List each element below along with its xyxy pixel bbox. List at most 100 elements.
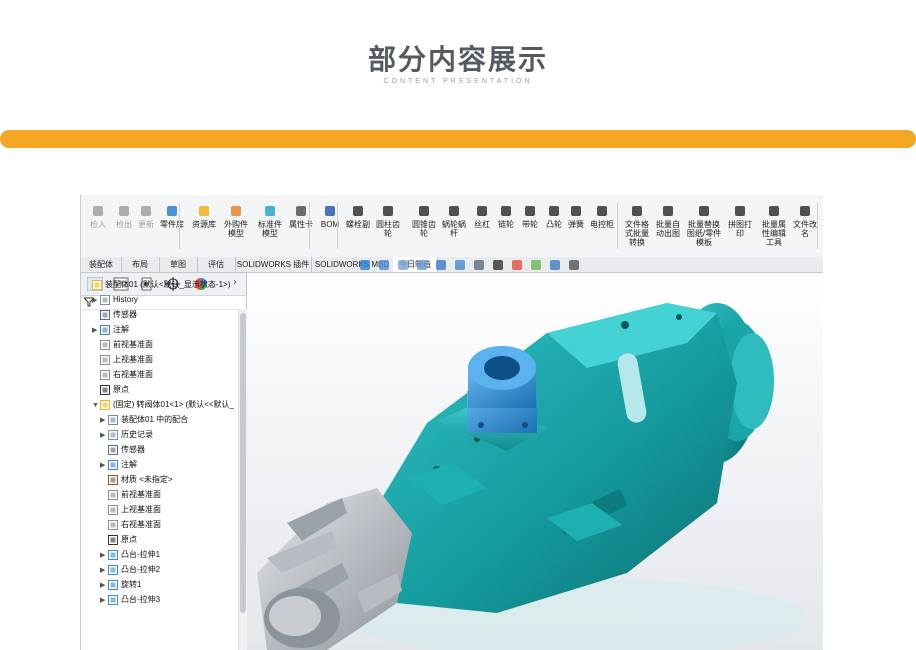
chevron-right-icon[interactable]: ›: [233, 277, 237, 288]
tree-item[interactable]: ▶ 历史记录: [100, 427, 153, 442]
command-tab[interactable]: 评估: [197, 257, 236, 272]
dynamic-annotation-icon[interactable]: [435, 259, 447, 271]
section-view-icon[interactable]: [416, 259, 428, 271]
ribbon-button[interactable]: 圆锥齿轮: [409, 205, 439, 238]
scrollbar-thumb[interactable]: [240, 313, 246, 613]
ribbon-button[interactable]: 文件格式批量转换: [623, 205, 651, 247]
tree-item[interactable]: 装配体01 (默认<默认_显示状态-1>): [84, 277, 230, 292]
tree-item-label: 旋转1: [121, 580, 142, 589]
ribbon-button[interactable]: 蜗轮蜗杆: [439, 205, 469, 238]
tree-item-label: 传感器: [113, 310, 137, 319]
expand-right-icon[interactable]: ▶: [100, 413, 108, 428]
hide-show-icon[interactable]: [492, 259, 504, 271]
sprocket-icon: [501, 206, 511, 216]
tree-item-label: 传感器: [121, 445, 145, 454]
command-tab[interactable]: SOLIDWORKS 插件: [235, 257, 312, 272]
zoom-fit-icon[interactable]: [359, 259, 371, 271]
ribbon-button-label: 圆锥齿轮: [412, 220, 436, 238]
ribbon-button-label: 检入: [90, 220, 106, 229]
zoom-area-icon[interactable]: [378, 259, 390, 271]
tree-item[interactable]: 传感器: [92, 307, 137, 322]
scene-icon[interactable]: [530, 259, 542, 271]
origin-icon: [108, 534, 118, 545]
ribbon-button[interactable]: 标准件模型: [255, 205, 285, 238]
ribbon-button[interactable]: 螺栓副: [345, 205, 371, 229]
tree-item[interactable]: 传感器: [100, 442, 145, 457]
tree-item-label: 凸台-拉伸3: [121, 595, 161, 604]
ribbon-button[interactable]: 资源库: [189, 205, 219, 229]
ribbon-button[interactable]: 弹簧: [565, 205, 587, 229]
ribbon-button[interactable]: 拼图打印: [725, 205, 755, 238]
expand-right-icon[interactable]: ▶: [100, 593, 108, 608]
ribbon-button[interactable]: 圆柱齿轮: [373, 205, 403, 238]
ribbon-button[interactable]: 丝杠: [471, 205, 493, 229]
ribbon-button[interactable]: 零件库: [157, 205, 187, 229]
tree-item[interactable]: ▶ History: [92, 292, 138, 307]
ribbon-button[interactable]: 链轮: [495, 205, 517, 229]
ribbon-button[interactable]: 批量自动出图: [653, 205, 683, 238]
ribbon-button[interactable]: 更新: [135, 205, 157, 229]
expand-right-icon[interactable]: ▶: [92, 293, 100, 308]
ribbon-button-label: 弹簧: [568, 220, 584, 229]
tree-item[interactable]: 原点: [92, 382, 129, 397]
tree-item[interactable]: 前视基准面: [92, 337, 153, 352]
command-tab[interactable]: 草图: [159, 257, 198, 272]
ribbon-button[interactable]: 凸轮: [543, 205, 565, 229]
expand-right-icon[interactable]: ▶: [100, 428, 108, 443]
ribbon-button[interactable]: 检出: [113, 205, 135, 229]
tree-item[interactable]: ▶ 注解: [92, 322, 129, 337]
ribbon-separator: [179, 203, 180, 249]
tree-item[interactable]: ▶ 凸台-拉伸1: [100, 547, 160, 562]
command-tabs: 装配体 布局 草图 评估 SOLIDWORKS 插件 SOLIDWORKS MBD 今日制造: [81, 257, 823, 273]
plane-icon: [100, 369, 110, 380]
tree-item[interactable]: ▶ 注解: [100, 457, 137, 472]
tree-item[interactable]: ▶ 凸台-拉伸2: [100, 562, 160, 577]
ribbon-button-label: 文件改名: [793, 220, 817, 238]
expand-down-icon[interactable]: ▼: [92, 398, 100, 413]
tree-item[interactable]: ▼ (固定) 转阀体01<1> (默认<<默认_: [92, 397, 234, 412]
view-settings-icon[interactable]: [549, 259, 561, 271]
expand-right-icon[interactable]: ▶: [92, 323, 100, 338]
appearance-icon[interactable]: [511, 259, 523, 271]
tree-item[interactable]: 右视基准面: [92, 367, 153, 382]
tree-item[interactable]: 上视基准面: [100, 502, 161, 517]
tree-item[interactable]: ▶ 装配体01 中的配合: [100, 412, 188, 427]
tree-item[interactable]: ▶ 旋转1: [100, 577, 141, 592]
command-tab[interactable]: 装配体: [81, 257, 122, 272]
history-icon: [100, 294, 110, 305]
expand-right-icon[interactable]: ▶: [100, 548, 108, 563]
tree-item-label: 前视基准面: [121, 490, 161, 499]
display-style-icon[interactable]: [473, 259, 485, 271]
tree-item[interactable]: 原点: [100, 532, 137, 547]
tree-item[interactable]: 材质 <未指定>: [100, 472, 173, 487]
expand-right-icon[interactable]: ▶: [100, 578, 108, 593]
ribbon-button[interactable]: 外购件模型: [221, 205, 251, 238]
graphics-viewport[interactable]: [247, 273, 823, 650]
ribbon-button[interactable]: 文件改名: [791, 205, 819, 238]
tree-item[interactable]: 右视基准面: [100, 517, 161, 532]
spring-icon: [571, 206, 581, 216]
ribbon-button[interactable]: 电控柜: [589, 205, 615, 229]
ribbon-button[interactable]: 批量属性编辑工具: [759, 205, 789, 247]
part-library-icon: [167, 206, 177, 216]
expand-right-icon[interactable]: ▶: [100, 458, 108, 473]
ribbon-button-label: 拼图打印: [728, 220, 752, 238]
worm-gear-icon: [449, 206, 459, 216]
ribbon-button[interactable]: 检入: [85, 205, 111, 229]
previous-view-icon[interactable]: [397, 259, 409, 271]
batch-property-icon: [769, 206, 779, 216]
tree-item[interactable]: 上视基准面: [92, 352, 153, 367]
tree-item[interactable]: 前视基准面: [100, 487, 161, 502]
tree-item[interactable]: ▶ 凸台-拉伸3: [100, 592, 160, 607]
ribbon-button[interactable]: BOM: [317, 205, 343, 229]
ribbon-button-label: 更新: [138, 220, 154, 229]
monitor-icon[interactable]: [568, 259, 580, 271]
command-tab[interactable]: 布局: [121, 257, 160, 272]
view-orientation-icon[interactable]: [454, 259, 466, 271]
ribbon-button[interactable]: 带轮: [519, 205, 541, 229]
tree-scrollbar[interactable]: [238, 309, 247, 650]
ribbon-button[interactable]: 属性卡: [287, 205, 315, 229]
expand-right-icon[interactable]: ▶: [100, 563, 108, 578]
ribbon-button[interactable]: 批量替换图纸/零件模板: [685, 205, 723, 247]
tree-item-label: 前视基准面: [113, 340, 153, 349]
